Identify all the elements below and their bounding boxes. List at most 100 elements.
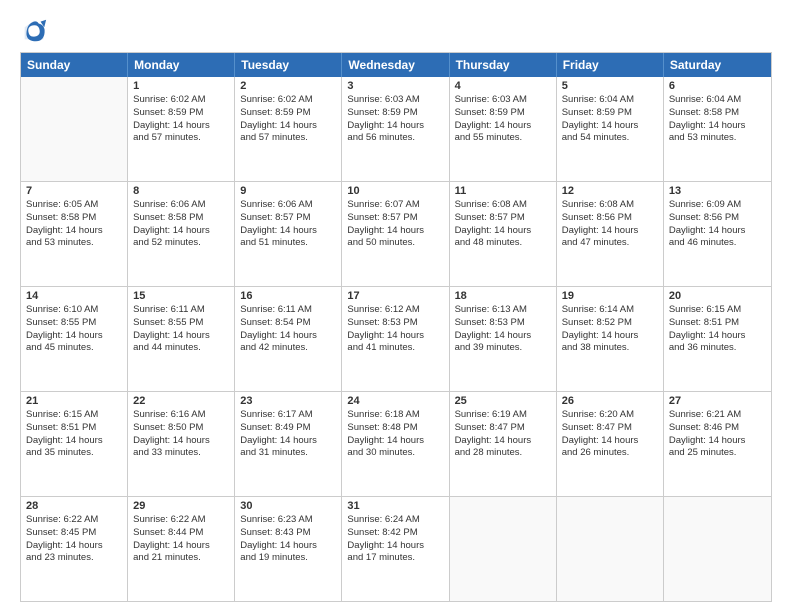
calendar-cell-27: 27Sunrise: 6:21 AMSunset: 8:46 PMDayligh…	[664, 392, 771, 496]
cell-line: Sunrise: 6:11 AM	[240, 304, 336, 317]
cell-line: Sunset: 8:47 PM	[562, 422, 658, 435]
cell-line: Sunset: 8:55 PM	[26, 317, 122, 330]
cell-line: and 48 minutes.	[455, 237, 551, 250]
calendar-cell-2: 2Sunrise: 6:02 AMSunset: 8:59 PMDaylight…	[235, 77, 342, 181]
day-number: 2	[240, 80, 336, 92]
cell-line: Daylight: 14 hours	[26, 435, 122, 448]
cell-line: and 23 minutes.	[26, 552, 122, 565]
logo	[20, 16, 52, 44]
cell-line: and 44 minutes.	[133, 342, 229, 355]
calendar-cell-20: 20Sunrise: 6:15 AMSunset: 8:51 PMDayligh…	[664, 287, 771, 391]
cell-line: Daylight: 14 hours	[347, 225, 443, 238]
cell-line: Sunset: 8:57 PM	[347, 212, 443, 225]
cell-line: Sunrise: 6:09 AM	[669, 199, 766, 212]
calendar-cell-17: 17Sunrise: 6:12 AMSunset: 8:53 PMDayligh…	[342, 287, 449, 391]
cell-line: Sunset: 8:56 PM	[562, 212, 658, 225]
cell-line: Sunset: 8:59 PM	[562, 107, 658, 120]
cell-line: Sunset: 8:57 PM	[240, 212, 336, 225]
calendar-row-0: 1Sunrise: 6:02 AMSunset: 8:59 PMDaylight…	[21, 77, 771, 182]
cell-line: and 39 minutes.	[455, 342, 551, 355]
cell-line: and 57 minutes.	[133, 132, 229, 145]
cell-line: Sunset: 8:58 PM	[669, 107, 766, 120]
cell-line: Daylight: 14 hours	[240, 540, 336, 553]
cell-line: Sunrise: 6:04 AM	[669, 94, 766, 107]
cell-line: Daylight: 14 hours	[26, 225, 122, 238]
header-day-thursday: Thursday	[450, 53, 557, 77]
cell-line: Daylight: 14 hours	[455, 330, 551, 343]
cell-line: Sunrise: 6:06 AM	[240, 199, 336, 212]
cell-line: Daylight: 14 hours	[133, 540, 229, 553]
cell-line: Daylight: 14 hours	[562, 330, 658, 343]
cell-line: and 51 minutes.	[240, 237, 336, 250]
day-number: 11	[455, 185, 551, 197]
cell-line: and 55 minutes.	[455, 132, 551, 145]
cell-line: Daylight: 14 hours	[455, 435, 551, 448]
cell-line: Sunrise: 6:02 AM	[240, 94, 336, 107]
cell-line: Daylight: 14 hours	[240, 225, 336, 238]
day-number: 1	[133, 80, 229, 92]
calendar-row-2: 14Sunrise: 6:10 AMSunset: 8:55 PMDayligh…	[21, 287, 771, 392]
cell-line: and 50 minutes.	[347, 237, 443, 250]
cell-line: Sunset: 8:59 PM	[347, 107, 443, 120]
cell-line: Daylight: 14 hours	[347, 120, 443, 133]
cell-line: Daylight: 14 hours	[669, 435, 766, 448]
cell-line: Sunrise: 6:15 AM	[26, 409, 122, 422]
calendar-cell-3: 3Sunrise: 6:03 AMSunset: 8:59 PMDaylight…	[342, 77, 449, 181]
cell-line: and 35 minutes.	[26, 447, 122, 460]
cell-line: Sunrise: 6:14 AM	[562, 304, 658, 317]
cell-line: Sunset: 8:54 PM	[240, 317, 336, 330]
calendar-cell-4: 4Sunrise: 6:03 AMSunset: 8:59 PMDaylight…	[450, 77, 557, 181]
cell-line: and 47 minutes.	[562, 237, 658, 250]
calendar-cell-29: 29Sunrise: 6:22 AMSunset: 8:44 PMDayligh…	[128, 497, 235, 601]
day-number: 22	[133, 395, 229, 407]
cell-line: Daylight: 14 hours	[240, 330, 336, 343]
cell-line: and 33 minutes.	[133, 447, 229, 460]
cell-line: Sunset: 8:53 PM	[455, 317, 551, 330]
cell-line: and 42 minutes.	[240, 342, 336, 355]
header-day-wednesday: Wednesday	[342, 53, 449, 77]
day-number: 21	[26, 395, 122, 407]
cell-line: Daylight: 14 hours	[669, 120, 766, 133]
cell-line: Sunset: 8:59 PM	[455, 107, 551, 120]
cell-line: Sunrise: 6:15 AM	[669, 304, 766, 317]
cell-line: Sunrise: 6:18 AM	[347, 409, 443, 422]
cell-line: and 21 minutes.	[133, 552, 229, 565]
cell-line: Sunrise: 6:04 AM	[562, 94, 658, 107]
day-number: 5	[562, 80, 658, 92]
cell-line: Daylight: 14 hours	[133, 435, 229, 448]
cell-line: Daylight: 14 hours	[455, 120, 551, 133]
calendar-cell-1: 1Sunrise: 6:02 AMSunset: 8:59 PMDaylight…	[128, 77, 235, 181]
calendar-row-3: 21Sunrise: 6:15 AMSunset: 8:51 PMDayligh…	[21, 392, 771, 497]
calendar-cell-empty-4-6	[664, 497, 771, 601]
calendar-cell-23: 23Sunrise: 6:17 AMSunset: 8:49 PMDayligh…	[235, 392, 342, 496]
cell-line: Sunset: 8:45 PM	[26, 527, 122, 540]
calendar-row-1: 7Sunrise: 6:05 AMSunset: 8:58 PMDaylight…	[21, 182, 771, 287]
cell-line: and 36 minutes.	[669, 342, 766, 355]
cell-line: and 19 minutes.	[240, 552, 336, 565]
day-number: 8	[133, 185, 229, 197]
cell-line: and 45 minutes.	[26, 342, 122, 355]
calendar-cell-9: 9 Sunrise: 6:06 AMSunset: 8:57 PMDaylight…	[235, 182, 342, 286]
cell-line: and 38 minutes.	[562, 342, 658, 355]
cell-line: Sunrise: 6:06 AM	[133, 199, 229, 212]
calendar: SundayMondayTuesdayWednesdayThursdayFrid…	[20, 52, 772, 602]
cell-line: Sunrise: 6:19 AM	[455, 409, 551, 422]
cell-line: Sunrise: 6:03 AM	[347, 94, 443, 107]
cell-line: Daylight: 14 hours	[133, 225, 229, 238]
cell-line: Sunrise: 6:02 AM	[133, 94, 229, 107]
header-day-friday: Friday	[557, 53, 664, 77]
cell-line: Sunset: 8:49 PM	[240, 422, 336, 435]
day-number: 6	[669, 80, 766, 92]
calendar-cell-5: 5Sunrise: 6:04 AMSunset: 8:59 PMDaylight…	[557, 77, 664, 181]
cell-line: and 57 minutes.	[240, 132, 336, 145]
cell-line: Daylight: 14 hours	[669, 330, 766, 343]
day-number: 9	[240, 185, 336, 197]
cell-line: Sunset: 8:59 PM	[133, 107, 229, 120]
day-number: 27	[669, 395, 766, 407]
calendar-cell-6: 6 Sunrise: 6:04 AMSunset: 8:58 PMDaylight…	[664, 77, 771, 181]
cell-line: Daylight: 14 hours	[562, 225, 658, 238]
cell-line: Sunset: 8:51 PM	[669, 317, 766, 330]
cell-line: Sunrise: 6:23 AM	[240, 514, 336, 527]
cell-line: Daylight: 14 hours	[240, 120, 336, 133]
cell-line: Daylight: 14 hours	[26, 330, 122, 343]
